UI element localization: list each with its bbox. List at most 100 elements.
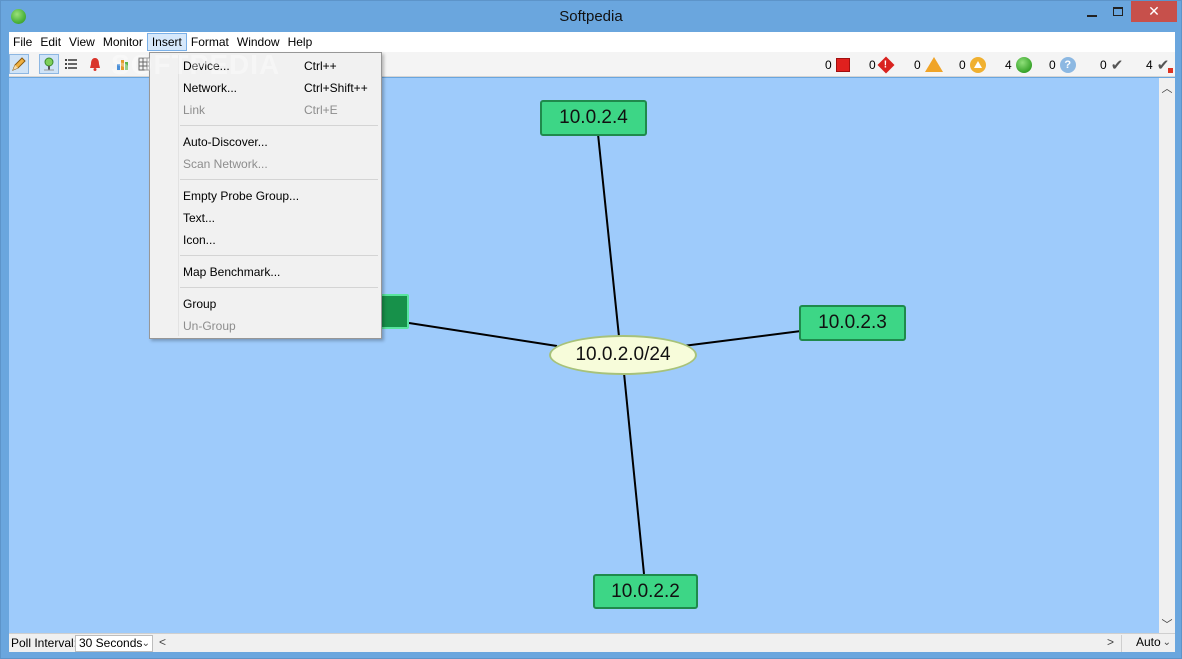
menu-edit[interactable]: Edit	[36, 33, 65, 51]
menu-item-label: Scan Network...	[183, 157, 268, 171]
critical-count: 0	[869, 57, 876, 72]
menu-item-label: Text...	[183, 211, 216, 225]
alerts-button[interactable]	[85, 54, 105, 74]
menu-item-empty-probe-group[interactable]: Empty Probe Group...	[150, 185, 381, 207]
menu-item-shortcut: Ctrl+Shift++	[304, 81, 368, 95]
menu-item-label: Empty Probe Group...	[183, 189, 300, 203]
menu-help[interactable]: Help	[284, 33, 317, 51]
zoom-select[interactable]: Auto ⌄	[1121, 635, 1175, 652]
minimize-icon	[1087, 14, 1097, 17]
menu-item-map-benchmark[interactable]: Map Benchmark...	[150, 261, 381, 283]
status-total[interactable]: 4 ✔	[1146, 55, 1173, 74]
window-title: Softpedia	[559, 8, 623, 25]
question-icon: ?	[1059, 56, 1076, 73]
poll-interval-value: 30 Seconds	[79, 636, 143, 650]
menu-item-text[interactable]: Text...	[150, 207, 381, 229]
menu-item-network[interactable]: Network... Ctrl+Shift++	[150, 77, 381, 99]
menu-separator	[180, 287, 378, 288]
poll-interval-label: Poll Interval:	[11, 636, 78, 650]
menu-monitor[interactable]: Monitor	[99, 33, 147, 51]
warning-triangle-icon	[924, 57, 943, 72]
link-to-10-0-2-4[interactable]	[597, 133, 622, 357]
menu-view[interactable]: View	[65, 33, 99, 51]
app-window: Softpedia ✕ File Edit View Monitor Inser…	[0, 0, 1182, 659]
pencil-icon	[12, 57, 26, 71]
menu-item-label: Auto-Discover...	[183, 135, 268, 149]
reports-button[interactable]	[113, 54, 133, 74]
status-critical[interactable]: 0 !	[869, 55, 895, 74]
scroll-left-icon[interactable]: <	[159, 635, 166, 649]
device-node-10-0-2-3[interactable]: 10.0.2.3	[799, 305, 906, 341]
device-node-10-0-2-4[interactable]: 10.0.2.4	[540, 100, 647, 136]
scroll-up-icon[interactable]: ︿	[1159, 80, 1175, 96]
menu-separator	[180, 255, 378, 256]
title-bar: Softpedia ✕	[1, 1, 1181, 32]
menu-format[interactable]: Format	[187, 33, 233, 51]
hidden-device-node[interactable]	[379, 294, 409, 329]
scroll-right-icon[interactable]: >	[1107, 635, 1114, 649]
close-icon: ✕	[1148, 3, 1160, 19]
zoom-value: Auto	[1136, 635, 1161, 649]
menu-item-shortcut: Ctrl++	[304, 59, 337, 73]
maximize-button[interactable]	[1105, 1, 1131, 22]
down-square-icon	[835, 57, 850, 72]
menu-item-label: Network...	[183, 81, 238, 95]
menu-item-label: Device...	[183, 59, 230, 73]
menu-item-shortcut: Ctrl+E	[304, 103, 338, 117]
menu-item-auto-discover[interactable]: Auto-Discover...	[150, 131, 381, 153]
menu-item-label: Map Benchmark...	[183, 265, 281, 279]
chevron-down-icon: ⌄	[1162, 637, 1171, 648]
chevron-down-icon: ⌄	[141, 638, 150, 649]
alert-circle-icon	[969, 56, 986, 73]
edit-mode-button[interactable]	[9, 54, 29, 74]
minimize-button[interactable]	[1079, 1, 1105, 22]
close-button[interactable]: ✕	[1131, 1, 1177, 22]
menu-item-device[interactable]: Device... Ctrl++	[150, 55, 381, 77]
device-node-10-0-2-2[interactable]: 10.0.2.2	[593, 574, 698, 609]
map-view-button[interactable]	[39, 54, 59, 74]
insert-menu-dropdown: Device... Ctrl++ Network... Ctrl+Shift++…	[149, 52, 382, 339]
menu-file[interactable]: File	[9, 33, 36, 51]
link-to-hidden-device[interactable]	[408, 322, 558, 347]
menu-item-label: Group	[183, 297, 217, 311]
menu-item-label: Un-Group	[183, 319, 236, 333]
link-to-10-0-2-3[interactable]	[682, 330, 802, 347]
menu-bar: File Edit View Monitor Insert Format Win…	[9, 32, 1175, 52]
status-down[interactable]: 0	[825, 55, 850, 74]
maximize-icon	[1113, 7, 1123, 16]
checkmark-icon: ✔	[1110, 56, 1124, 74]
map-pin-icon	[44, 57, 54, 71]
scroll-down-icon[interactable]: ﹀	[1159, 616, 1175, 632]
status-acknowledged[interactable]: 0 ✔	[1100, 55, 1123, 74]
poll-interval-select[interactable]: 30 Seconds ⌄	[75, 635, 153, 652]
up-count: 4	[1005, 57, 1012, 72]
status-warning[interactable]: 0	[914, 55, 943, 74]
menu-separator	[180, 125, 378, 126]
menu-item-scan-network: Scan Network...	[150, 153, 381, 175]
network-node[interactable]: 10.0.2.0/24	[549, 335, 697, 375]
alert-count: 0	[959, 57, 966, 72]
list-icon	[65, 59, 77, 69]
menu-item-group[interactable]: Group	[150, 293, 381, 315]
menu-window[interactable]: Window	[233, 33, 284, 51]
menu-insert[interactable]: Insert	[146, 33, 187, 51]
vertical-scrollbar[interactable]: ︿ ﹀	[1159, 78, 1175, 633]
unknown-count: 0	[1049, 57, 1056, 72]
total-count: 4	[1146, 57, 1153, 72]
status-alert[interactable]: 0	[959, 55, 986, 74]
menu-item-label: Link	[183, 103, 206, 117]
status-unknown[interactable]: 0 ?	[1049, 55, 1076, 74]
list-view-button[interactable]	[61, 54, 81, 74]
link-to-10-0-2-2[interactable]	[623, 372, 645, 575]
down-count: 0	[825, 57, 832, 72]
menu-item-link: Link Ctrl+E	[150, 99, 381, 121]
menu-separator	[180, 179, 378, 180]
menu-item-label: Icon...	[183, 233, 216, 247]
warning-count: 0	[914, 57, 921, 72]
acknowledged-count: 0	[1100, 57, 1107, 72]
menu-item-icon[interactable]: Icon...	[150, 229, 381, 251]
bar-chart-icon	[117, 60, 128, 70]
status-up[interactable]: 4	[1005, 55, 1032, 74]
up-green-circle-icon	[1015, 56, 1032, 73]
checkmark-flag-icon: ✔	[1156, 56, 1173, 74]
